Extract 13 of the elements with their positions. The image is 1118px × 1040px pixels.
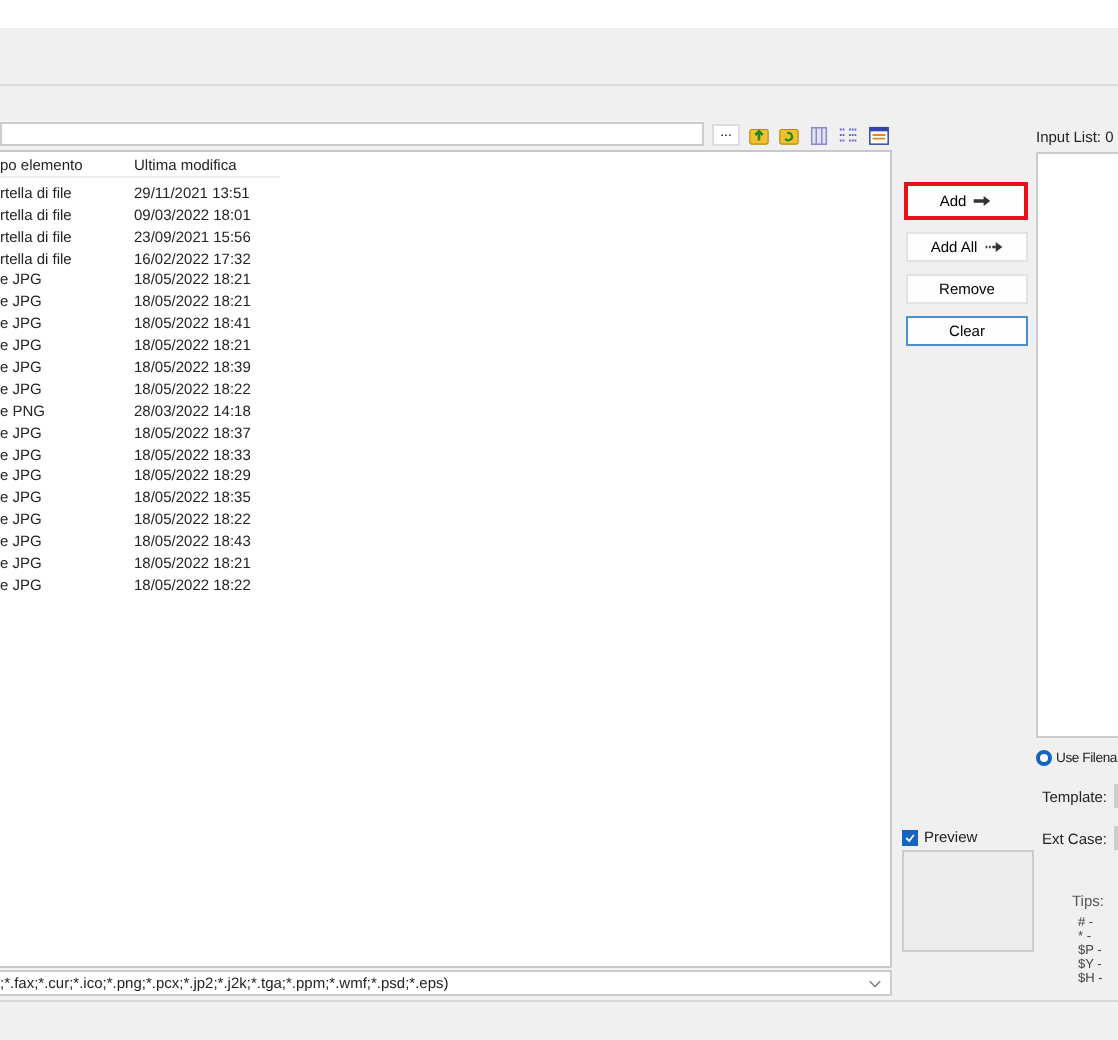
checkmark-icon <box>904 831 916 843</box>
folder-up-icon[interactable] <box>748 123 770 145</box>
columns-view-icon[interactable] <box>808 123 830 145</box>
template-field[interactable] <box>1113 784 1118 808</box>
dotted-arrow-icon <box>983 240 1004 254</box>
folder-refresh-icon[interactable] <box>778 123 800 145</box>
chevron-down-icon[interactable] <box>868 976 882 990</box>
path-field[interactable] <box>0 122 704 146</box>
preview-pane <box>902 850 1034 952</box>
arrow-right-icon <box>972 194 993 208</box>
input-list[interactable] <box>1036 152 1118 738</box>
list-view-icon[interactable] <box>838 123 860 145</box>
details-view-icon[interactable] <box>868 123 890 145</box>
